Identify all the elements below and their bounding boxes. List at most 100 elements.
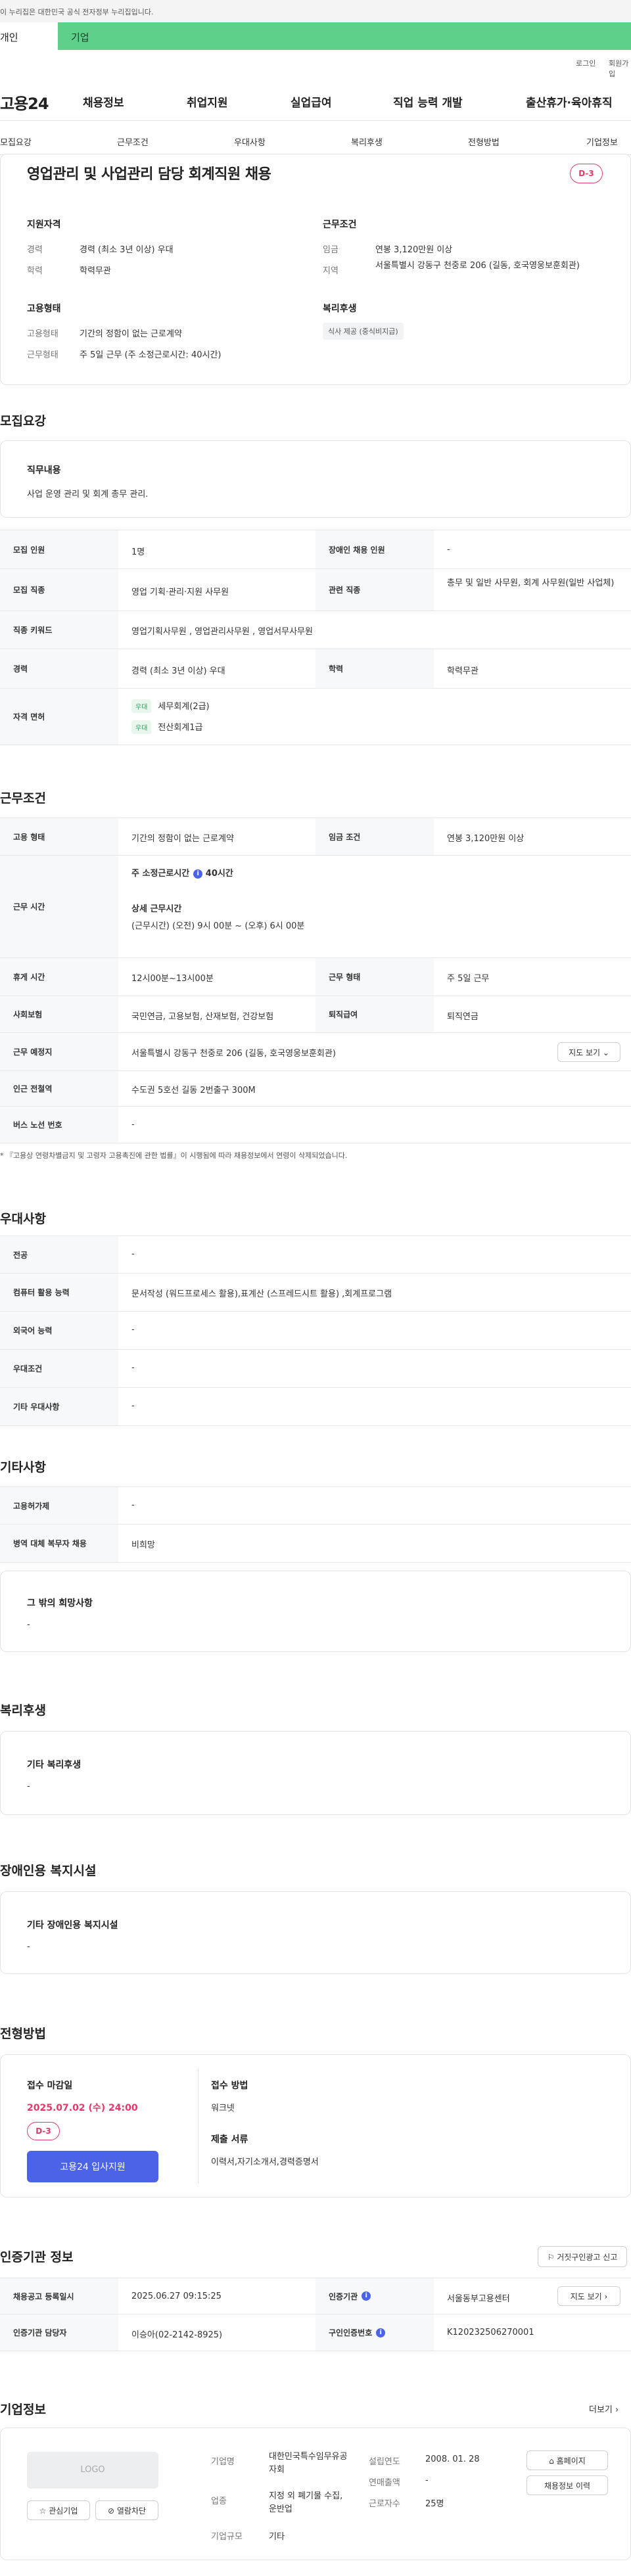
selection-heading: 전형방법 <box>0 2027 46 2041</box>
founded-label: 설립연도 <box>369 2457 400 2467</box>
agency-map-label: 지도 보기 <box>570 2291 602 2301</box>
bus-label: 버스 노선 번호 <box>0 1107 118 1143</box>
emp-value: 기간의 정함이 없는 근로계약 <box>131 834 234 844</box>
info-icon[interactable]: i <box>362 2291 371 2301</box>
table-row: 근무 시간 주 소정근로시간 i 40시간 상세 근무시간 (근무시간) (오전)… <box>0 856 631 958</box>
num-label: 구인인증번호 <box>329 2328 373 2337</box>
license-label: 자격 면허 <box>0 689 118 745</box>
snb-item-welfare[interactable]: 복리후생 <box>351 135 383 148</box>
military-value: 비희망 <box>131 1540 155 1550</box>
related-label: 관련 직종 <box>316 569 434 610</box>
join-link[interactable]: 회원가입 <box>609 58 631 79</box>
sales-label: 연매출액 <box>369 2478 400 2488</box>
type-label: 근무 형태 <box>316 958 434 996</box>
table-row: 채용공고 등록일시 2025.06.27 09:15:25 인증기관 i 서울동부… <box>0 2278 631 2314</box>
welfare-chip: 식사 제공 (중식비지급) <box>323 323 404 340</box>
hours-label: 근무 시간 <box>0 856 118 957</box>
tab-company[interactable]: 기업 <box>58 22 631 50</box>
wage-cond-value: 연봉 3,120만원 이상 <box>447 834 525 844</box>
gnb-item-leave[interactable]: 출산휴가·육아휴직 <box>526 93 613 110</box>
license-2: 전산회계1급 <box>158 723 203 733</box>
snb-item-recruit[interactable]: 모집요강 <box>0 135 32 148</box>
history-button[interactable]: 채용정보 이력 <box>526 2475 608 2495</box>
report-button[interactable]: ⚐ 거짓구인광고 신고 <box>538 2246 627 2267</box>
snb-item-company[interactable]: 기업정보 <box>586 135 618 148</box>
welfare-card-value: - <box>27 1782 30 1791</box>
gov-notice-bar: 이 누리집은 대한민국 공식 전자정부 누리집입니다. <box>0 0 631 22</box>
career-row-value: 경력 (최소 3년 이상) 우대 <box>131 666 225 676</box>
star-icon: ☆ <box>39 2506 47 2516</box>
founded-value: 2008. 01. 28 <box>425 2454 480 2464</box>
info-icon[interactable]: i <box>376 2328 386 2337</box>
prefer-cond-label: 우대조건 <box>0 1350 118 1387</box>
facility-card: 기타 장애인용 복지시설 - <box>0 1891 631 1974</box>
login-link[interactable]: 로그인 <box>576 58 596 68</box>
info-icon[interactable]: i <box>193 869 203 879</box>
gnb-item-training[interactable]: 직업 능력 개발 <box>393 93 463 110</box>
bus-value: - <box>131 1120 135 1130</box>
job-label: 모집 직종 <box>0 569 118 610</box>
section-nav: 모집요강 근무조건 우대사항 복리후생 전형방법 기업정보 <box>0 129 631 155</box>
agency-map-button[interactable]: 지도 보기 › <box>557 2286 620 2306</box>
employees-value: 25명 <box>425 2499 444 2509</box>
global-nav: 고용24 채용정보 취업지원 실업급여 직업 능력 개발 출산휴가·육아휴직 <box>0 84 631 121</box>
career-label: 경력 <box>27 245 43 255</box>
manager-value: 이승아(02-2142-8925) <box>131 2330 223 2340</box>
gnb-item-support[interactable]: 취업지원 <box>187 93 228 110</box>
qualification-title: 지원자격 <box>27 219 61 230</box>
table-row: 경력 경력 (최소 3년 이상) 우대 학력 학력무관 <box>0 649 631 689</box>
tab-person-label: 개인 <box>0 32 18 43</box>
block-button[interactable]: ⊘ 열람차단 <box>95 2500 158 2520</box>
table-row: 버스 노선 번호 - <box>0 1107 631 1143</box>
block-icon: ⊘ <box>107 2506 115 2516</box>
break-label: 휴게 시간 <box>0 958 118 996</box>
table-row: 모집 인원 1명 장애인 채용 인원 - <box>0 530 631 569</box>
gnb-item-unemployment[interactable]: 실업급여 <box>291 93 332 110</box>
retire-label: 퇴직급여 <box>316 996 434 1032</box>
snb-item-work[interactable]: 근무조건 <box>117 135 149 148</box>
pc-label: 컴퓨터 활용 능력 <box>0 1274 118 1311</box>
table-row: 고용허가제 - <box>0 1486 631 1525</box>
type-value: 주 5일 근무 <box>447 974 490 984</box>
chevron-right-icon: › <box>615 2405 619 2415</box>
snb-item-prefer[interactable]: 우대사항 <box>234 135 266 148</box>
career-row-label: 경력 <box>0 649 118 688</box>
wish-value: - <box>27 1620 30 1630</box>
duty-card: 직무내용 사업 운영 관리 및 회계 총무 관리. <box>0 440 631 518</box>
hours-detail-value: (근무시간) (오전) 9시 00분 ~ (오후) 6시 00분 <box>131 921 305 931</box>
size-value: 기타 <box>269 2532 285 2542</box>
welfare-title: 복리후생 <box>323 304 357 314</box>
prefer-cond-value: - <box>131 1363 135 1373</box>
industry-label: 업종 <box>211 2496 227 2506</box>
company-card: LOGO ☆ 관심기업 ⊘ 열람차단 기업명 대한민국특수임무유공자회 업종 지… <box>0 2427 631 2560</box>
site-logo[interactable]: 고용24 <box>0 91 49 114</box>
apply-button[interactable]: 고용24 입사지원 <box>27 2151 158 2182</box>
gnb-item-jobs[interactable]: 채용정보 <box>83 93 124 110</box>
deadline-label: 접수 마감일 <box>27 2081 73 2091</box>
disabled-label: 장애인 채용 인원 <box>316 530 434 568</box>
prefer-heading: 우대사항 <box>0 1212 46 1226</box>
home-icon: ⌂ <box>549 2456 554 2466</box>
table-row: 인증기관 담당자 이승아(02-2142-8925) 구인인증번호 i K1202… <box>0 2314 631 2351</box>
company-heading: 기업정보 <box>0 2403 46 2417</box>
chevron-right-icon: › <box>604 2291 608 2301</box>
homepage-button[interactable]: ⌂ 홈페이지 <box>526 2450 608 2470</box>
company-logo: LOGO <box>27 2452 158 2489</box>
license-item: 우대 전산회계1급 <box>131 720 202 734</box>
more-link[interactable]: 더보기 › <box>589 2403 619 2415</box>
deadline-value: 2025.07.02 (수) 24:00 <box>27 2103 138 2113</box>
tab-person[interactable]: 개인 <box>0 22 58 50</box>
cert-label-cell: 인증기관 i <box>316 2278 434 2314</box>
snb-item-selection[interactable]: 전형방법 <box>468 135 500 148</box>
retire-value: 퇴직연금 <box>447 1012 479 1022</box>
docs-value: 이력서,자기소개서,경력증명서 <box>211 2157 319 2167</box>
wage-value: 연봉 3,120만원 이상 <box>375 245 453 255</box>
subway-label: 인근 전철역 <box>0 1071 118 1106</box>
map-button[interactable]: 지도 보기 ⌄ <box>557 1042 620 1062</box>
favorite-button[interactable]: ☆ 관심기업 <box>27 2500 90 2520</box>
prefer-badge: 우대 <box>131 720 152 734</box>
report-icon: ⚐ <box>547 2252 555 2262</box>
employment-label: 고용형태 <box>27 329 58 339</box>
license-1: 세무회계(2급) <box>158 702 210 712</box>
table-row: 모집 직종 영업 기획·관리·지원 사무원 관련 직종 총무 및 일반 사무원,… <box>0 569 631 611</box>
